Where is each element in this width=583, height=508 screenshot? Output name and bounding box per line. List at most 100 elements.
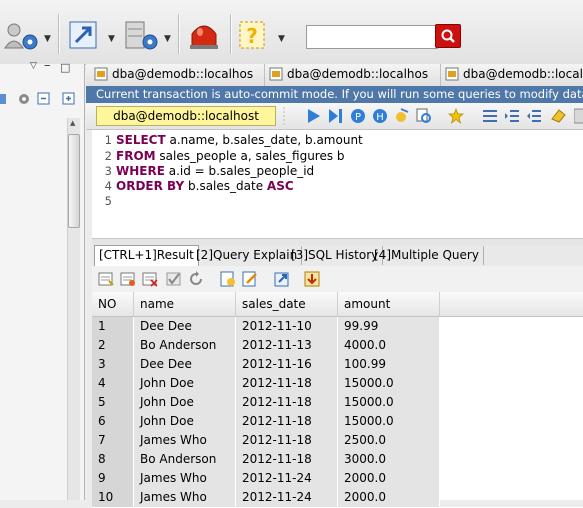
table-cell[interactable]: 2012-11-18 [236,393,338,412]
table-cell[interactable]: 2012-11-18 [236,374,338,393]
row-number-cell[interactable]: 7 [92,431,134,450]
table-cell[interactable]: Bo Anderson [134,450,236,469]
compare-icon[interactable] [416,108,432,124]
row-number-cell[interactable]: 6 [92,412,134,431]
row-number-cell[interactable]: 8 [92,450,134,469]
table-cell[interactable]: 2012-11-16 [236,355,338,374]
table-cell[interactable]: James Who [134,469,236,488]
table-cell[interactable]: 99.99 [338,317,440,336]
view-menu-chevron-icon[interactable]: ▽ [30,61,37,71]
minimize-icon[interactable]: – [44,58,51,73]
server-settings-icon[interactable] [124,20,160,52]
maximize-icon[interactable]: □ [60,61,70,74]
search-button[interactable] [435,24,461,48]
table-row[interactable]: 8 Bo Anderson 2012-11-18 3000.0 [92,450,583,470]
tab-result[interactable]: [CTRL+1]Result [94,245,199,266]
query-tuning-icon[interactable] [394,108,410,124]
table-cell[interactable]: 100.99 [338,355,440,374]
table-cell[interactable]: 2000.0 [338,488,440,507]
export-result-icon[interactable] [274,271,290,287]
table-cell[interactable]: 2012-11-18 [236,450,338,469]
tab-editor-2[interactable]: dba@demodb::localhos [264,64,461,86]
table-row[interactable]: 5 John Doe 2012-11-18 15000.0 [92,393,583,413]
eraser-icon[interactable] [550,108,566,124]
connection-label[interactable]: dba@demodb::localhost [96,106,276,126]
collapse-all-icon[interactable] [37,92,50,105]
column-header[interactable]: NO [92,292,134,316]
table-cell[interactable]: John Doe [134,393,236,412]
user-menu-chevron-icon[interactable]: ▼ [44,34,51,44]
table-row[interactable]: 10 James Who 2012-11-24 2000.0 [92,488,583,508]
expand-all-icon[interactable] [62,92,75,105]
row-number-cell[interactable]: 4 [92,374,134,393]
column-header[interactable]: name [134,292,236,316]
tab-sql-history[interactable]: [3]SQL History [287,246,384,265]
table-row[interactable]: 1 Dee Dee 2012-11-10 99.99 [92,317,583,337]
partial-icon[interactable] [0,94,6,104]
table-cell[interactable]: 2012-11-13 [236,336,338,355]
run-icon[interactable] [306,108,322,124]
row-number-cell[interactable]: 3 [92,355,134,374]
indent-right-icon[interactable] [504,108,520,124]
table-row[interactable]: 7 James Who 2012-11-18 2500.0 [92,431,583,451]
table-cell[interactable]: James Who [134,488,236,507]
add-filter-icon[interactable] [220,271,236,287]
indent-left-icon[interactable] [526,108,542,124]
column-header[interactable]: sales_date [236,292,338,316]
stop-alarm-icon[interactable] [188,20,220,52]
scroll-up-icon[interactable]: ▲ [70,119,75,127]
table-cell[interactable]: 4000.0 [338,336,440,355]
search-input[interactable] [306,25,438,49]
scrollbar-thumb[interactable] [68,134,80,228]
table-cell[interactable]: James Who [134,431,236,450]
edit-filter-icon[interactable] [242,271,258,287]
insert-record-icon[interactable] [98,271,114,287]
copy-record-icon[interactable] [120,271,136,287]
table-cell[interactable]: Bo Anderson [134,336,236,355]
tab-editor-1[interactable]: dba@demodb::localhos [90,64,284,86]
help-icon[interactable]: ? [238,20,268,52]
table-cell[interactable]: Dee Dee [134,355,236,374]
export-menu-chevron-icon[interactable]: ▼ [108,34,115,44]
server-menu-chevron-icon[interactable]: ▼ [164,34,171,44]
table-cell[interactable]: Dee Dee [134,317,236,336]
row-number-cell[interactable]: 10 [92,488,134,507]
table-cell[interactable]: 15000.0 [338,393,440,412]
gear-icon[interactable] [19,94,29,104]
favorite-star-icon[interactable] [448,108,464,124]
table-row[interactable]: 6 John Doe 2012-11-18 15000.0 [92,412,583,432]
sql-editor[interactable]: 1 SELECT a.name, b.sales_date, b.amount … [92,130,583,238]
table-cell[interactable]: 2012-11-24 [236,469,338,488]
row-number-cell[interactable]: 1 [92,317,134,336]
table-cell[interactable]: 2012-11-18 [236,431,338,450]
toolbar-overflow-icon[interactable] [574,108,583,124]
column-header[interactable]: amount [338,292,440,316]
table-cell[interactable]: 2012-11-24 [236,488,338,507]
help-menu-chevron-icon[interactable]: ▼ [278,34,285,44]
user-settings-icon[interactable] [4,22,40,52]
table-cell[interactable]: John Doe [134,412,236,431]
tab-multiple-query[interactable]: [4]Multiple Query [370,246,484,265]
table-cell[interactable]: 2012-11-10 [236,317,338,336]
table-row[interactable]: 9 James Who 2012-11-24 2000.0 [92,469,583,489]
row-number-cell[interactable]: 9 [92,469,134,488]
export-icon[interactable] [68,20,102,52]
table-row[interactable]: 2 Bo Anderson 2012-11-13 4000.0 [92,336,583,356]
table-cell[interactable]: 2000.0 [338,469,440,488]
table-row[interactable]: 4 John Doe 2012-11-18 15000.0 [92,374,583,394]
import-result-icon[interactable] [304,271,320,287]
table-cell[interactable]: 2012-11-18 [236,412,338,431]
table-cell[interactable]: 3000.0 [338,450,440,469]
row-number-cell[interactable]: 5 [92,393,134,412]
history-icon[interactable]: H [372,108,388,124]
editor-result-splitter[interactable] [92,238,583,245]
commit-icon[interactable] [166,271,182,287]
row-number-cell[interactable]: 2 [92,336,134,355]
table-cell[interactable]: 15000.0 [338,374,440,393]
tab-query-explain[interactable]: [2]Query Explain [192,246,303,265]
table-row[interactable]: 3 Dee Dee 2012-11-16 100.99 [92,355,583,375]
table-cell[interactable]: John Doe [134,374,236,393]
table-cell[interactable]: 15000.0 [338,412,440,431]
rollback-icon[interactable] [188,271,204,287]
run-to-cursor-icon[interactable] [328,108,344,124]
